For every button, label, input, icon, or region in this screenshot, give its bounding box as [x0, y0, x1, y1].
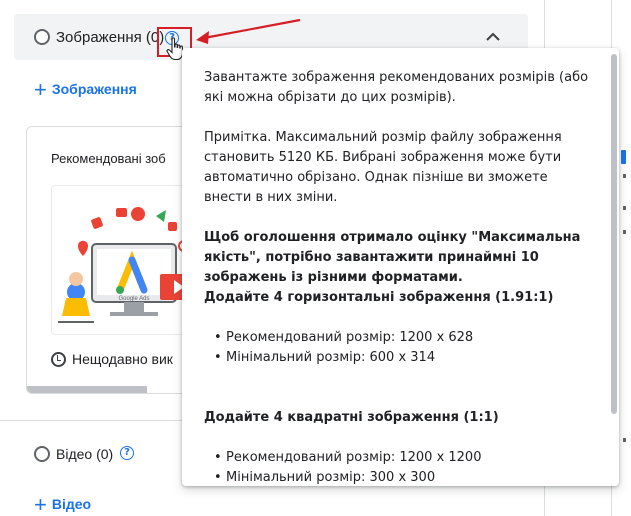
horizontal-size-list: Рекомендований розмір: 1200 x 628 Мініма… [204, 328, 599, 368]
list-item: Рекомендований розмір: 1200 x 628 [214, 328, 599, 348]
recommended-images-title: Рекомендовані зоб [51, 151, 166, 166]
help-tooltip: Завантажте зображення рекомендованих роз… [182, 48, 619, 488]
list-item: Рекомендований розмір: 1200 x 1200 [214, 448, 599, 468]
google-ads-illustration[interactable]: Google Ads [51, 185, 201, 335]
video-section-title: Відео (0) [56, 446, 114, 462]
tooltip-note: Примітка. Максимальний розмір файлу зобр… [204, 130, 562, 205]
illustration-graphic: Google Ads [58, 207, 196, 323]
tooltip-intro: Завантажте зображення рекомендованих роз… [204, 70, 589, 105]
tooltip-quality-note: Щоб оголошення отримало оцінку "Максимал… [204, 230, 581, 285]
side-mark [623, 438, 626, 442]
side-mark [623, 230, 626, 234]
images-section-title: Зображення (0) [56, 29, 165, 46]
list-item: Мінімальний розмір: 300 x 300 [214, 468, 599, 488]
side-mark [621, 150, 626, 164]
plus-icon: + [34, 77, 47, 102]
tooltip-square-heading: Додайте 4 квадратні зображення (1:1) [204, 410, 499, 425]
tooltip-horizontal-heading: Додайте 4 горизонтальні зображення (1.91… [204, 290, 554, 305]
help-circle-icon[interactable]: ? [120, 446, 134, 460]
history-icon [51, 352, 66, 367]
plus-icon: + [34, 492, 47, 516]
square-size-list: Рекомендований розмір: 1200 x 1200 Мінім… [204, 448, 599, 488]
tooltip-scrollbar[interactable] [611, 54, 617, 414]
images-radio[interactable] [34, 29, 50, 45]
illustration-label: Google Ads [118, 296, 149, 302]
card-scrollbar[interactable] [27, 386, 147, 393]
chevron-up-icon[interactable] [484, 28, 502, 46]
side-mark [623, 206, 626, 210]
add-images-button[interactable]: + Зображення [34, 77, 137, 103]
add-video-label: Відео [51, 496, 92, 512]
recently-used-button[interactable]: Нещодавно вик [51, 351, 173, 367]
list-item: Мінімальний розмір: 600 x 314 [214, 348, 599, 368]
add-images-label: Зображення [51, 81, 137, 97]
side-mark [623, 174, 626, 178]
add-video-button[interactable]: + Відео [34, 492, 91, 516]
video-radio[interactable] [34, 446, 50, 462]
recently-used-label: Нещодавно вик [72, 351, 173, 367]
